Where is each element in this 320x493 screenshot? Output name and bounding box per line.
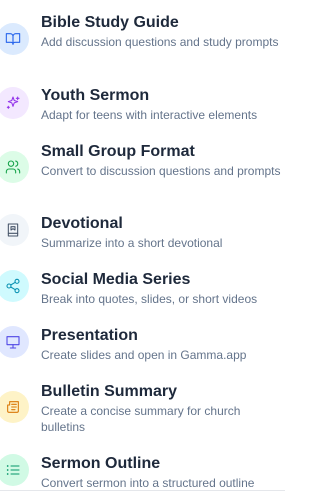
sparkles-icon-badge [0, 87, 29, 119]
sparkles-icon [6, 96, 20, 109]
bookmark-book-icon [7, 223, 19, 237]
presentation-icon [6, 336, 20, 349]
option-description: Convert to discussion questions and prom… [41, 164, 281, 178]
option-title: Youth Sermon [41, 87, 150, 104]
list-icon [6, 465, 20, 475]
option-description: Convert sermon into a structured outline [41, 476, 255, 490]
users-icon-badge [0, 151, 29, 183]
repurpose-options-list: Bible Study Guide Add discussion questio… [0, 0, 285, 493]
newspaper-icon-badge [0, 391, 29, 423]
option-bulletin-summary[interactable]: Bulletin Summary Create a concise summar… [0, 382, 285, 442]
book-open-icon-badge [0, 23, 29, 55]
list-icon-badge [0, 454, 29, 486]
option-title: Bible Study Guide [41, 14, 179, 31]
option-small-group-format[interactable]: Small Group Format Convert to discussion… [0, 142, 285, 202]
newspaper-icon [7, 401, 19, 413]
users-icon [5, 160, 21, 174]
divider [0, 490, 285, 491]
option-description: Create a concise summary for church bull… [41, 404, 241, 434]
option-description: Add discussion questions and study promp… [41, 35, 279, 49]
option-title: Devotional [41, 215, 123, 232]
bookmark-book-icon-badge [0, 214, 29, 246]
share-icon [6, 278, 20, 294]
option-bible-study-guide[interactable]: Bible Study Guide Add discussion questio… [0, 13, 285, 73]
option-description: Create slides and open in Gamma.app [41, 348, 247, 362]
option-description: Summarize into a short devotional [41, 236, 223, 250]
share-icon-badge [0, 270, 29, 302]
option-presentation[interactable]: Presentation Create slides and open in G… [0, 326, 285, 370]
option-social-media-series[interactable]: Social Media Series Break into quotes, s… [0, 270, 285, 314]
option-description: Adapt for teens with interactive element… [41, 108, 258, 122]
option-youth-sermon[interactable]: Youth Sermon Adapt for teens with intera… [0, 86, 285, 130]
presentation-icon-badge [0, 326, 29, 358]
option-title: Sermon Outline [41, 455, 161, 472]
option-sermon-outline[interactable]: Sermon Outline Convert sermon into a str… [0, 454, 285, 490]
option-description: Break into quotes, slides, or short vide… [41, 292, 258, 306]
book-open-icon [5, 33, 21, 45]
option-devotional[interactable]: Devotional Summarize into a short devoti… [0, 214, 285, 258]
option-title: Presentation [41, 327, 138, 344]
option-title: Social Media Series [41, 271, 191, 288]
option-title: Small Group Format [41, 143, 195, 160]
option-title: Bulletin Summary [41, 383, 178, 400]
